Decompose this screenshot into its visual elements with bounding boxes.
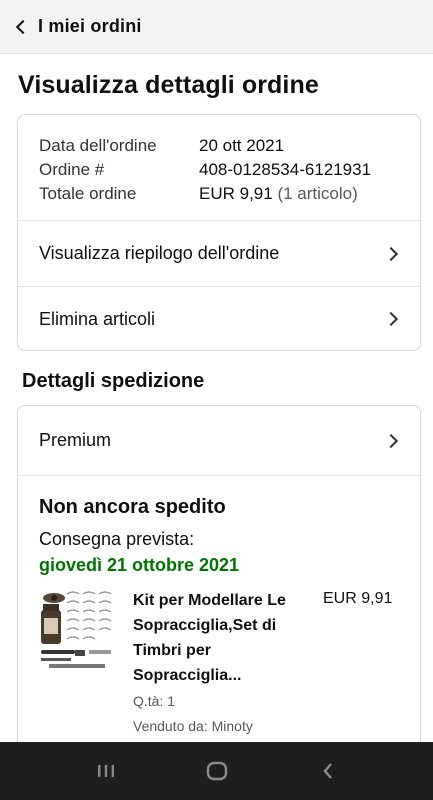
recent-apps-button[interactable] — [86, 756, 126, 786]
order-date-value: 20 ott 2021 — [199, 136, 285, 155]
shipping-section-title: Dettagli spedizione — [22, 370, 205, 392]
order-number-value: 408-0128534-6121931 — [199, 160, 372, 179]
product-quantity: Q.tà: 1 — [133, 693, 176, 709]
order-item: Kit per Modellare Le Sopracciglia,Set di… — [39, 588, 420, 738]
order-total-label: Totale ordine — [39, 184, 137, 203]
back-icon — [322, 763, 332, 779]
back-chevron-icon[interactable] — [15, 19, 31, 34]
order-number-label: Ordine # — [39, 160, 105, 179]
product-seller: Venduto da: Minoty — [133, 718, 253, 734]
order-item-details: Kit per Modellare Le Sopracciglia,Set di… — [133, 588, 303, 738]
view-order-summary-row[interactable]: Visualizza riepilogo dell'ordine — [18, 221, 420, 286]
page-title: Visualizza dettagli ordine — [18, 71, 319, 99]
order-date-label: Data dell'ordine — [39, 136, 157, 155]
product-title-link[interactable]: Kit per Modellare Le Sopracciglia,Set di… — [133, 588, 303, 688]
view-order-summary-label: Visualizza riepilogo dell'ordine — [39, 243, 280, 263]
order-number-row: Ordine # 408-0128534-6121931 — [39, 158, 420, 182]
order-item-count: (1 articolo) — [277, 184, 358, 203]
delete-items-label: Elimina articoli — [39, 308, 156, 329]
shipping-method-label: Premium — [39, 430, 112, 450]
order-details-card: Data dell'ordine 20 ott 2021 Ordine # 40… — [17, 114, 421, 351]
shipment-status: Non ancora spedito Consegna prevista: gi… — [18, 476, 420, 738]
shipping-card: Premium Non ancora spedito Consegna prev… — [17, 405, 421, 745]
chevron-right-icon — [383, 246, 399, 261]
android-navigation-bar — [0, 742, 433, 800]
home-icon — [206, 761, 227, 781]
back-link-my-orders[interactable]: I miei ordini — [38, 16, 142, 37]
product-image[interactable] — [39, 588, 115, 674]
top-bar: I miei ordini — [0, 0, 433, 54]
shipment-status-title: Non ancora spedito — [39, 496, 226, 518]
shipping-method-row[interactable]: Premium — [18, 406, 420, 476]
order-total-value: EUR 9,91 (1 articolo) — [199, 182, 358, 206]
product-price: EUR 9,91 — [323, 590, 393, 607]
home-button[interactable] — [197, 756, 237, 786]
back-button[interactable] — [308, 756, 348, 786]
delete-items-row[interactable]: Elimina articoli — [18, 286, 420, 350]
chevron-right-icon — [383, 311, 399, 327]
order-date-row: Data dell'ordine 20 ott 2021 — [39, 134, 420, 158]
order-info: Data dell'ordine 20 ott 2021 Ordine # 40… — [18, 115, 420, 221]
estimated-delivery-label: Consegna prevista: — [39, 529, 195, 549]
chevron-right-icon — [383, 433, 399, 448]
order-total-row: Totale ordine EUR 9,91 (1 articolo) — [39, 182, 420, 206]
recent-apps-icon — [97, 765, 114, 777]
estimated-delivery-date: giovedì 21 ottobre 2021 — [39, 555, 240, 575]
order-total-amount: EUR 9,91 — [199, 184, 273, 203]
